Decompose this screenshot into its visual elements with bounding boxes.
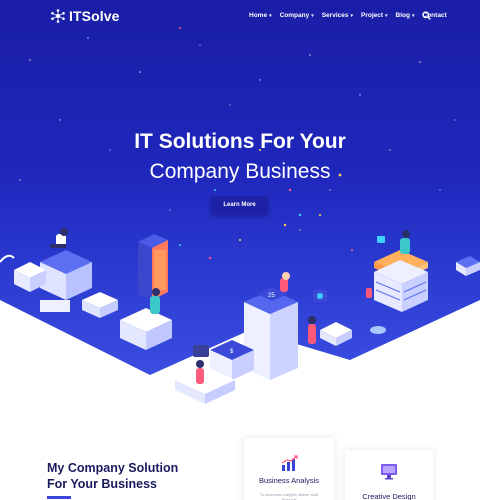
- chart-icon: [281, 455, 298, 471]
- nav-item-blog[interactable]: Blog ▾: [396, 12, 415, 19]
- service-title: Creative Design: [362, 492, 416, 500]
- service-snippet: To economic insights deliver sold financ…: [259, 492, 319, 500]
- nav-item-label: Home: [249, 12, 268, 19]
- brand-logo[interactable]: ITSolve: [51, 8, 120, 24]
- section-title-line2: For Your Business: [47, 477, 157, 491]
- svg-text:25: 25: [268, 293, 275, 299]
- title-underline: [47, 496, 71, 499]
- right-server-stack-illustration: [366, 230, 480, 334]
- hero-title: IT Solutions For Your: [134, 130, 346, 153]
- chevron-down-icon: ▾: [311, 12, 314, 19]
- hero-subtitle: Company Business: [149, 160, 331, 183]
- section-title: My Company Solution For Your Business: [47, 460, 178, 492]
- phone-illustration: [120, 234, 172, 350]
- landing-page: 25 $ ITSolve Home ▾ Company ▾ Services ▾…: [0, 0, 480, 500]
- search-icon[interactable]: [422, 11, 431, 20]
- left-platform-illustration: [0, 228, 118, 318]
- nav-item-services[interactable]: Services ▾: [322, 12, 353, 19]
- chevron-down-icon: ▾: [350, 12, 353, 19]
- nav-item-label: Project: [360, 12, 384, 19]
- chevron-down-icon: ▾: [412, 12, 415, 19]
- logo-network-icon: [51, 9, 65, 23]
- nav-item-home[interactable]: Home ▾: [249, 12, 272, 19]
- service-title: Business Analysis: [258, 476, 320, 485]
- brand-name: ITSolve: [69, 8, 120, 24]
- chevron-down-icon: ▾: [385, 12, 388, 19]
- nav-item-label: Company: [279, 12, 310, 19]
- learn-more-button[interactable]: Learn More: [211, 196, 268, 214]
- monitor-design-icon: [381, 464, 397, 480]
- section-title-line1: My Company Solution: [47, 461, 179, 475]
- nav-item-label: Blog: [395, 12, 410, 19]
- chevron-down-icon: ▾: [269, 12, 272, 19]
- service-card-creative-design[interactable]: Creative Design: [345, 450, 433, 500]
- nav-item-project[interactable]: Project ▾: [361, 12, 388, 19]
- service-card-business-analysis[interactable]: Business Analysis To economic insights d…: [244, 438, 334, 500]
- nav-item-company[interactable]: Company ▾: [280, 12, 314, 19]
- nav-item-label: Services: [321, 12, 349, 19]
- center-tower-illustration: 25 $: [175, 272, 352, 404]
